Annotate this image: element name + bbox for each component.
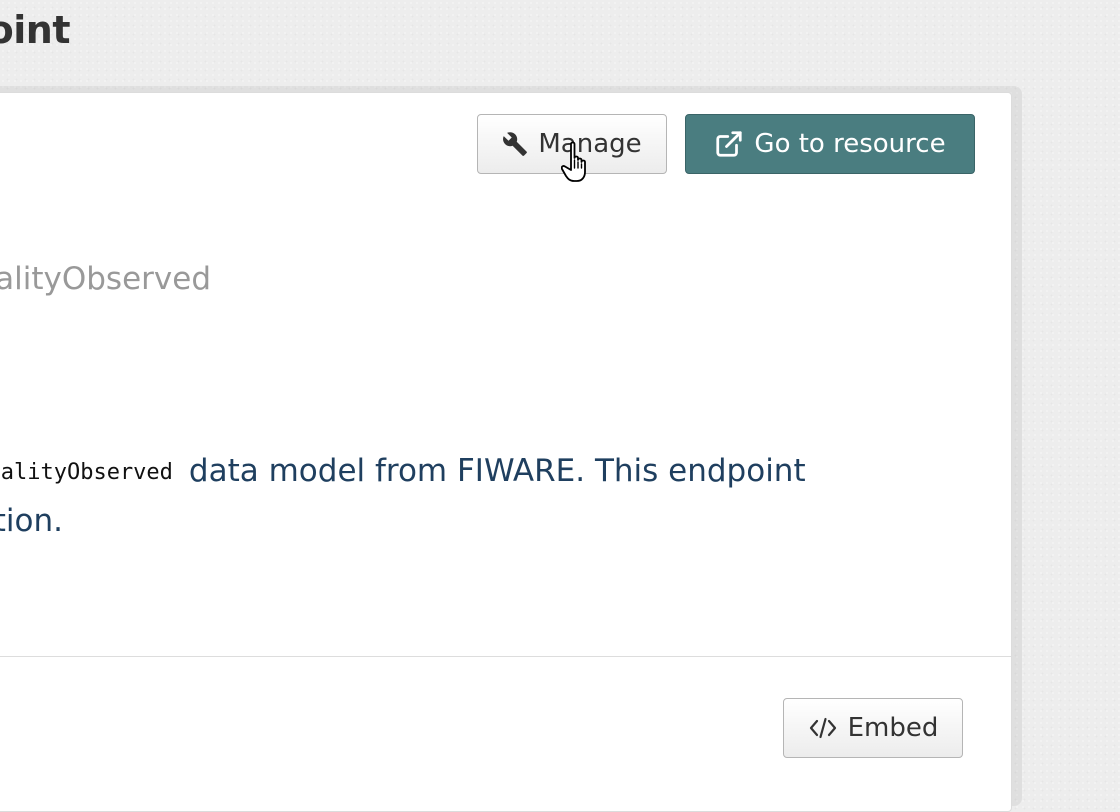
- description-line-1: rQualityObserved data model from FIWARE. …: [0, 453, 806, 489]
- description-line-2: tion.: [0, 503, 63, 539]
- manage-button-label: Manage: [538, 129, 642, 159]
- go-to-resource-label: Go to resource: [754, 129, 946, 159]
- data-model-code: rQualityObserved: [0, 460, 173, 485]
- external-link-icon: [714, 129, 744, 159]
- code-icon: [808, 716, 838, 740]
- description-text: data model from FIWARE. This endpoint: [188, 453, 806, 489]
- manage-button[interactable]: Manage: [477, 114, 667, 174]
- resource-type-label: ualityObserved: [0, 261, 211, 297]
- wrench-icon: [502, 131, 528, 157]
- page-title: oint: [0, 8, 71, 52]
- embed-button-label: Embed: [847, 713, 939, 743]
- card-divider: [0, 656, 1011, 657]
- resource-card: Manage Go to resource ualityObserved rQu…: [0, 92, 1012, 812]
- go-to-resource-button[interactable]: Go to resource: [685, 114, 975, 174]
- embed-button[interactable]: Embed: [783, 698, 963, 758]
